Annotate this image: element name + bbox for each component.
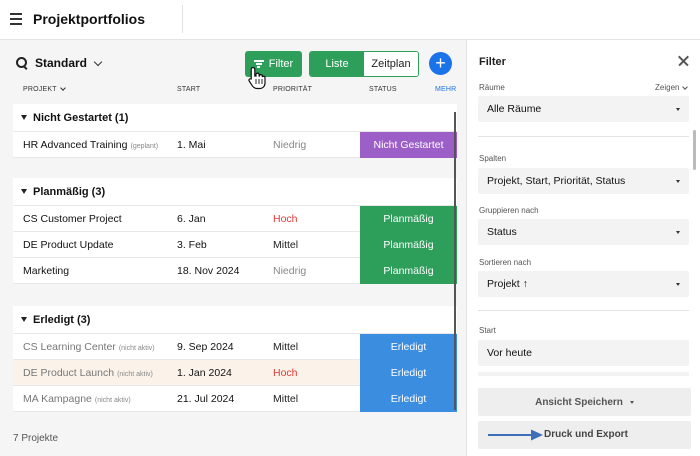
status-badge[interactable]: Erledigt bbox=[360, 386, 457, 412]
close-icon[interactable] bbox=[677, 55, 689, 67]
start-date: 21. Jul 2024 bbox=[177, 393, 235, 405]
status-badge[interactable]: Nicht Gestartet bbox=[360, 132, 457, 158]
project-name[interactable]: CS Learning Center (nicht aktiv) bbox=[23, 334, 155, 360]
rooms-select[interactable]: Alle Räume bbox=[478, 96, 689, 122]
table-row[interactable]: HR Advanced Training (geplant) 1. Mai Nie… bbox=[13, 132, 457, 158]
priority: Mittel bbox=[273, 393, 299, 405]
column-header-priority[interactable]: PRIORITÄT bbox=[273, 86, 312, 93]
priority: Niedrig bbox=[273, 265, 307, 277]
status-badge[interactable]: Planmäßig bbox=[360, 232, 457, 258]
start-date: 9. Sep 2024 bbox=[177, 341, 234, 353]
collapse-triangle-icon[interactable] bbox=[21, 189, 27, 194]
collapse-triangle-icon[interactable] bbox=[21, 317, 27, 322]
status-badge[interactable]: Planmäßig bbox=[360, 206, 457, 232]
main-content: Standard Filter Liste Zeitplan + PROJEKT… bbox=[0, 40, 466, 456]
project-name[interactable]: CS Customer Project bbox=[23, 206, 122, 232]
project-name[interactable]: HR Advanced Training (geplant) bbox=[23, 132, 158, 158]
menu-icon[interactable] bbox=[10, 13, 22, 25]
priority: Mittel bbox=[273, 341, 299, 353]
table-row[interactable]: MA Kampagne (nicht aktiv) 21. Jul 2024 Mi… bbox=[13, 386, 457, 412]
save-view-button[interactable]: Ansicht Speichern bbox=[478, 388, 691, 416]
table-row[interactable]: Marketing 18. Nov 2024 Niedrig Planmäßig bbox=[13, 258, 457, 284]
divider bbox=[182, 5, 183, 33]
pointer-cursor-icon bbox=[248, 66, 266, 90]
project-name[interactable]: MA Kampagne (nicht aktiv) bbox=[23, 386, 131, 412]
start-date: 1. Jan 2024 bbox=[177, 367, 232, 379]
priority: Mittel bbox=[273, 239, 299, 251]
start-filter-select[interactable]: Vor heute bbox=[478, 340, 689, 366]
column-header-status[interactable]: STATUS bbox=[369, 86, 397, 93]
status-badge[interactable]: Planmäßig bbox=[360, 258, 457, 284]
columns-select[interactable]: Projekt, Start, Priorität, Status bbox=[478, 168, 689, 194]
project-count: 7 Projekte bbox=[13, 433, 59, 444]
list-view-button[interactable]: Liste bbox=[310, 52, 364, 76]
filter-label: Filter bbox=[268, 58, 294, 70]
table-row[interactable]: CS Customer Project 6. Jan Hoch Planmäßi… bbox=[13, 206, 457, 232]
sort-by-label: Sortieren nach bbox=[479, 258, 532, 267]
more-columns-link[interactable]: MEHR bbox=[435, 86, 456, 93]
group-by-select[interactable]: Status bbox=[478, 219, 689, 245]
column-header-start[interactable]: START bbox=[177, 86, 200, 93]
divider bbox=[478, 310, 689, 311]
view-toggle: Liste Zeitplan bbox=[309, 51, 419, 77]
table-row[interactable]: DE Product Update 3. Feb Mittel Planmäßi… bbox=[13, 232, 457, 258]
group-on-track: Planmäßig (3) CS Customer Project 6. Jan… bbox=[13, 178, 457, 284]
panel-title: Filter bbox=[479, 56, 506, 68]
priority: Hoch bbox=[273, 213, 298, 225]
table-row[interactable]: CS Learning Center (nicht aktiv) 9. Sep 2… bbox=[13, 334, 457, 360]
status-badge[interactable]: Erledigt bbox=[360, 360, 457, 386]
chevron-down-icon bbox=[629, 400, 634, 404]
group-header[interactable]: Erledigt (3) bbox=[13, 306, 457, 334]
group-done: Erledigt (3) CS Learning Center (nicht ak… bbox=[13, 306, 457, 412]
timeline-view-button[interactable]: Zeitplan bbox=[364, 52, 418, 76]
chevron-down-icon bbox=[676, 283, 680, 286]
start-date: 3. Feb bbox=[177, 239, 207, 251]
chevron-down-icon bbox=[93, 57, 103, 66]
table-row[interactable]: DE Product Launch (nicht aktiv) 1. Jan 20… bbox=[13, 360, 457, 386]
partial-field bbox=[478, 372, 689, 376]
scrollbar[interactable] bbox=[693, 130, 696, 170]
arrow-right-icon bbox=[488, 429, 543, 441]
group-header[interactable]: Nicht Gestartet (1) bbox=[13, 104, 457, 132]
search-icon[interactable] bbox=[15, 56, 29, 70]
columns-label: Spalten bbox=[479, 154, 507, 163]
sort-by-select[interactable]: Projekt ↑ bbox=[478, 271, 689, 297]
column-header-project[interactable]: PROJEKT bbox=[23, 85, 66, 93]
chevron-down-icon bbox=[682, 83, 689, 90]
chevron-down-icon bbox=[676, 231, 680, 234]
start-date: 18. Nov 2024 bbox=[177, 265, 240, 277]
filter-panel: Filter Räume Zeigen Alle Räume Spalten P… bbox=[466, 40, 700, 456]
priority: Niedrig bbox=[273, 139, 307, 151]
project-name[interactable]: Marketing bbox=[23, 258, 69, 284]
top-bar: Projektportfolios bbox=[0, 0, 700, 40]
rooms-label: Räume bbox=[479, 83, 505, 92]
add-project-button[interactable]: + bbox=[429, 52, 452, 75]
chevron-down-icon bbox=[676, 108, 680, 111]
project-name[interactable]: DE Product Launch (nicht aktiv) bbox=[23, 360, 153, 386]
chevron-down-icon bbox=[59, 85, 66, 91]
priority: Hoch bbox=[273, 367, 298, 379]
group-header[interactable]: Planmäßig (3) bbox=[13, 178, 457, 206]
start-date: 1. Mai bbox=[177, 139, 206, 151]
status-badge[interactable]: Erledigt bbox=[360, 334, 457, 360]
collapse-triangle-icon[interactable] bbox=[21, 115, 27, 120]
view-selector[interactable]: Standard bbox=[15, 56, 103, 70]
view-name: Standard bbox=[35, 56, 88, 70]
divider bbox=[478, 136, 689, 137]
start-label: Start bbox=[479, 326, 496, 335]
group-by-label: Gruppieren nach bbox=[479, 206, 539, 215]
scrollbar[interactable] bbox=[454, 112, 456, 410]
project-name[interactable]: DE Product Update bbox=[23, 232, 113, 258]
start-date: 6. Jan bbox=[177, 213, 206, 225]
page-title: Projektportfolios bbox=[33, 11, 146, 27]
show-dropdown[interactable]: Zeigen bbox=[655, 83, 689, 92]
chevron-down-icon bbox=[676, 180, 680, 183]
group-not-started: Nicht Gestartet (1) HR Advanced Training… bbox=[13, 104, 457, 158]
